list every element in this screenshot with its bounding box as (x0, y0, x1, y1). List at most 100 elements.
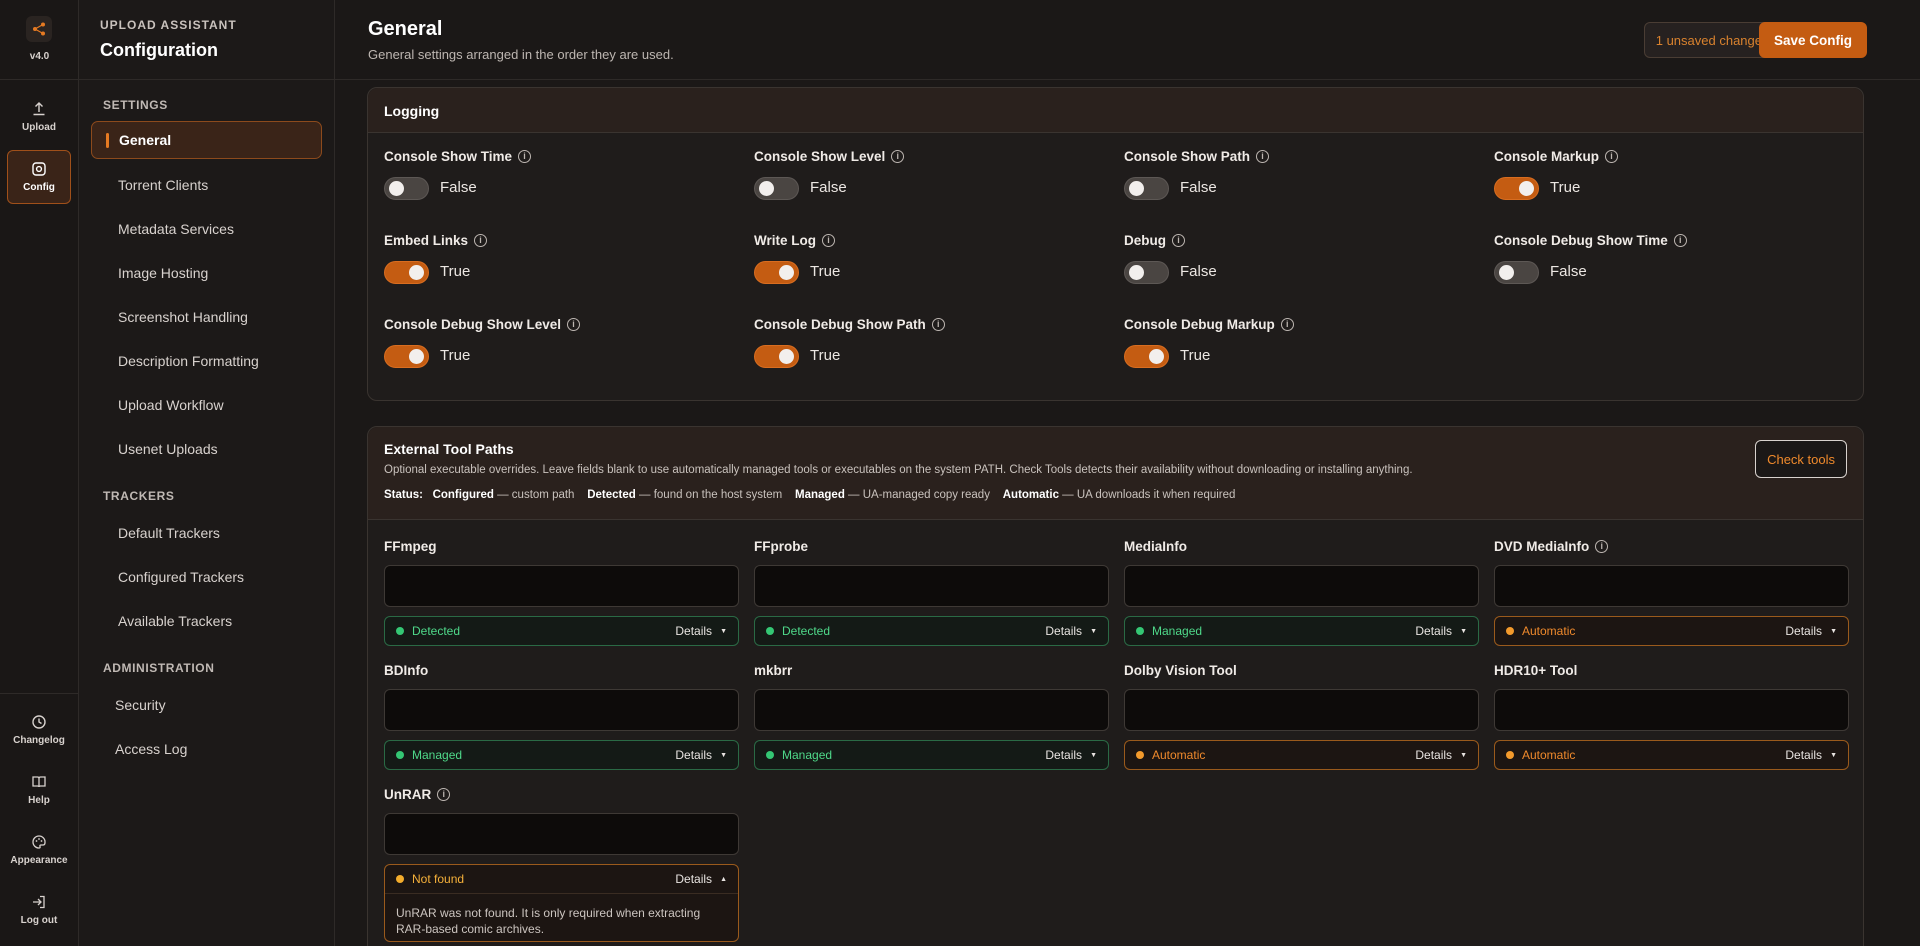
nav-item-default-trackers[interactable]: Default Trackers (91, 514, 322, 552)
nav-item-metadata-services[interactable]: Metadata Services (91, 210, 322, 248)
toggle-console-show-level[interactable] (754, 177, 799, 200)
settings-sidebar: UPLOAD ASSISTANT Configuration SETTINGS … (79, 0, 335, 946)
details-toggle[interactable]: Details ▼ (1415, 624, 1467, 638)
logging-card-header: Logging (368, 88, 1863, 133)
nav-item-torrent-clients[interactable]: Torrent Clients (91, 166, 322, 204)
status-dot-icon (766, 627, 774, 635)
legend-automatic: Automatic (1002, 489, 1059, 501)
app-logo-icon[interactable] (26, 16, 52, 42)
nav-item-access-log[interactable]: Access Log (91, 730, 322, 768)
toggle-value-text: True (810, 263, 841, 280)
toggle-console-show-path[interactable] (1124, 177, 1169, 200)
toggle-value-text: True (1180, 347, 1211, 364)
toggle-console-debug-show-time[interactable] (1494, 261, 1539, 284)
caret-down-icon: ▼ (1830, 751, 1837, 759)
config-icon (32, 162, 46, 176)
mediainfo-path-input[interactable] (1124, 565, 1479, 607)
field-label: DVD MediaInfo (1494, 539, 1590, 554)
rail-config-button[interactable]: Config (7, 150, 71, 204)
toggle-console-markup[interactable] (1494, 177, 1539, 200)
check-tools-button[interactable]: Check tools (1755, 440, 1847, 478)
ffprobe-path-input[interactable] (754, 565, 1109, 607)
nav-item-screenshot-handling[interactable]: Screenshot Handling (91, 298, 322, 336)
rail-config-label: Config (23, 182, 55, 193)
nav-item-description-formatting[interactable]: Description Formatting (91, 342, 322, 380)
toggle-console-show-time[interactable] (384, 177, 429, 200)
rail-logout-button[interactable]: Log out (7, 883, 71, 937)
nav-item-available-trackers[interactable]: Available Trackers (91, 602, 322, 640)
info-icon[interactable]: i (1256, 150, 1270, 163)
info-icon[interactable]: i (1673, 234, 1687, 247)
details-toggle[interactable]: Details ▼ (1415, 748, 1467, 762)
hdr10-tool-path-input[interactable] (1494, 689, 1849, 731)
toggle-value-text: False (1180, 179, 1217, 196)
field-label: Console Show Level (754, 149, 886, 164)
info-icon[interactable]: i (1595, 540, 1609, 553)
unrar-path-input[interactable] (384, 813, 739, 855)
ffmpeg-path-input[interactable] (384, 565, 739, 607)
field-console-debug-show-time: Console Debug Show Time i (1494, 233, 1687, 248)
toggle-value-text: False (440, 179, 477, 196)
hdr10-tool-status: Automatic Details ▼ (1494, 740, 1849, 770)
nav-item-general[interactable]: General (91, 121, 322, 159)
info-icon[interactable]: i (437, 788, 451, 801)
status-dot-icon (396, 627, 404, 635)
nav-section-settings: SETTINGS (103, 98, 168, 112)
mediainfo-status: Managed Details ▼ (1124, 616, 1479, 646)
mkbrr-status: Managed Details ▼ (754, 740, 1109, 770)
tool-label-unrar: UnRAR i (384, 787, 451, 802)
details-toggle[interactable]: Details ▼ (675, 624, 727, 638)
mkbrr-path-input[interactable] (754, 689, 1109, 731)
toggle-console-debug-show-path[interactable] (754, 345, 799, 368)
status-legend: Status: Configured — custom path Detecte… (384, 489, 1235, 501)
save-config-button[interactable]: Save Config (1758, 22, 1867, 58)
info-icon[interactable]: i (891, 150, 905, 163)
toggle-embed-links[interactable] (384, 261, 429, 284)
rail-changelog-button[interactable]: Changelog (7, 703, 71, 757)
toggle-value-text: False (1550, 263, 1587, 280)
info-icon[interactable]: i (1172, 234, 1185, 247)
dvd-mediainfo-path-input[interactable] (1494, 565, 1849, 607)
nav-item-usenet-uploads[interactable]: Usenet Uploads (91, 430, 322, 468)
bdinfo-path-input[interactable] (384, 689, 739, 731)
info-icon[interactable]: i (518, 150, 532, 163)
details-toggle[interactable]: Details ▼ (1785, 748, 1837, 762)
dolby-vision-tool-path-input[interactable] (1124, 689, 1479, 731)
rail-appearance-label: Appearance (10, 855, 68, 866)
info-icon[interactable]: i (931, 318, 945, 331)
nav-item-upload-workflow[interactable]: Upload Workflow (91, 386, 322, 424)
info-icon[interactable]: i (1280, 318, 1294, 331)
nav-item-image-hosting[interactable]: Image Hosting (91, 254, 322, 292)
field-label: UnRAR (384, 787, 432, 802)
status-dot-icon (1136, 627, 1144, 635)
toggle-debug[interactable] (1124, 261, 1169, 284)
details-toggle[interactable]: Details ▼ (1045, 624, 1097, 638)
info-icon[interactable]: i (474, 234, 488, 247)
rail-upload-button[interactable]: Upload (7, 90, 71, 144)
details-toggle[interactable]: Details ▼ (1785, 624, 1837, 638)
unsaved-changes-button[interactable]: 1 unsaved change (1643, 22, 1774, 58)
rail-appearance-button[interactable]: Appearance (7, 823, 71, 877)
details-toggle[interactable]: Details ▲ (675, 872, 727, 886)
field-label: Console Debug Show Path (754, 317, 926, 332)
page-header: General General settings arranged in the… (335, 0, 1920, 80)
tool-label-bdinfo: BDInfo (384, 663, 429, 678)
details-label: Details (1045, 624, 1083, 638)
info-icon[interactable]: i (822, 234, 835, 247)
nav-item-security[interactable]: Security (91, 686, 322, 724)
toggle-console-debug-markup[interactable] (1124, 345, 1169, 368)
toggle-write-log[interactable] (754, 261, 799, 284)
status-text: Managed (782, 748, 833, 762)
nav-item-configured-trackers[interactable]: Configured Trackers (91, 558, 322, 596)
details-toggle[interactable]: Details ▼ (675, 748, 727, 762)
page-title: General (368, 18, 443, 40)
icon-rail: v4.0 Upload Config Changelog Help Appear… (0, 0, 79, 946)
rail-upload-label: Upload (22, 122, 56, 133)
tool-label-hdr10-tool: HDR10+ Tool (1494, 663, 1578, 678)
details-toggle[interactable]: Details ▼ (1045, 748, 1097, 762)
info-icon[interactable]: i (1605, 150, 1619, 163)
tool-label-mkbrr: mkbrr (754, 663, 793, 678)
info-icon[interactable]: i (567, 318, 581, 331)
toggle-console-debug-show-level[interactable] (384, 345, 429, 368)
rail-help-button[interactable]: Help (7, 763, 71, 817)
